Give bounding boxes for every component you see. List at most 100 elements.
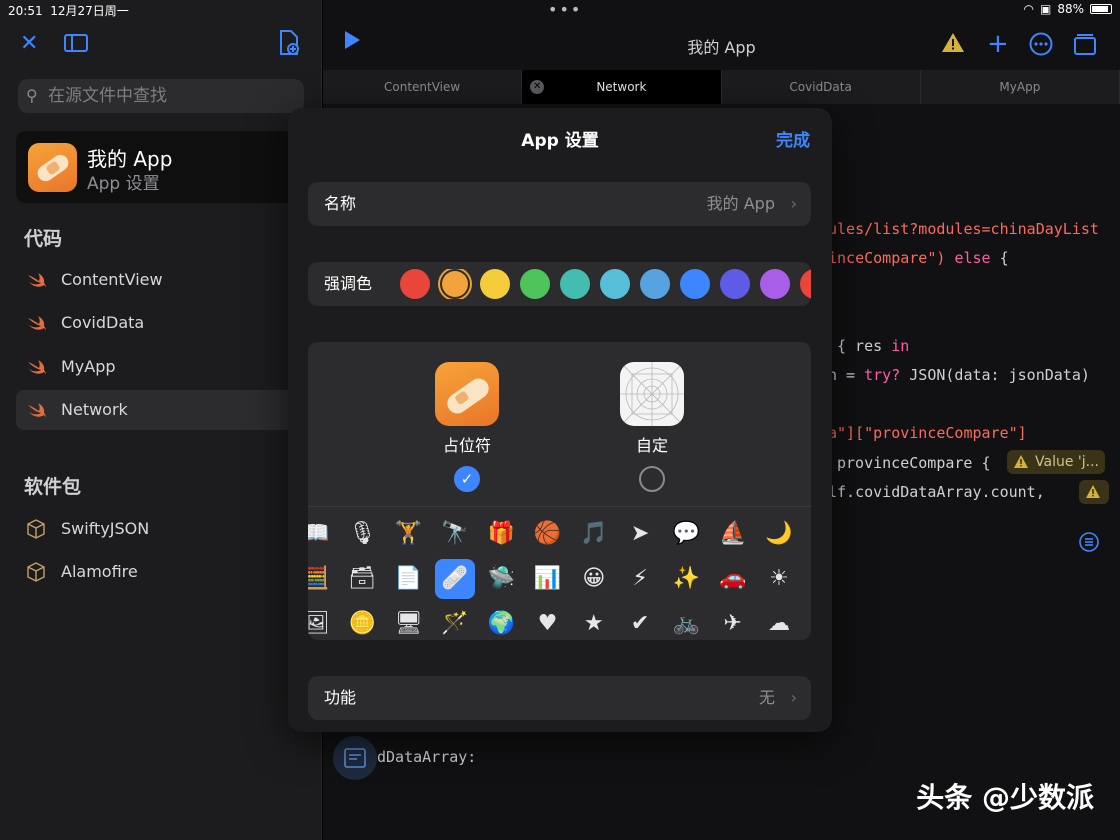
warning-icon: [1086, 485, 1100, 498]
icon-choice-placeholder[interactable]: 占位符 ✓: [407, 362, 527, 492]
glyph-option-icon[interactable]: 🖥: [391, 606, 427, 640]
status-time: 20:51 12月27日周一: [8, 4, 129, 18]
glyph-option-icon[interactable]: ⚡: [622, 561, 658, 597]
list-icon[interactable]: [1079, 532, 1099, 560]
warning-chip-small[interactable]: [1079, 480, 1109, 504]
code-line: provinceCompare {: [837, 454, 991, 472]
glyph-option-icon[interactable]: ★: [576, 606, 612, 640]
sidebar-item-alamofire[interactable]: Alamofire: [16, 552, 322, 592]
accent-swatch[interactable]: [442, 271, 468, 297]
glyph-option-icon[interactable]: ✨: [668, 561, 704, 597]
accent-swatch[interactable]: [800, 269, 811, 299]
accent-swatch[interactable]: [480, 269, 510, 299]
accent-swatch[interactable]: [600, 269, 630, 299]
glyph-option-icon[interactable]: 🗃: [344, 561, 380, 597]
glyph-option-icon[interactable]: ♥: [530, 606, 566, 640]
battery-icon: [1090, 4, 1112, 14]
glyph-grid: 📖 🎙 🏋 🔭 🎁 🏀 🎵 ➤ 💬 ⛵ 🌙 🧮 🗃 📄 🩹 🛸 📊 😀 ⚡ ✨ 🚗 ☀ 🖼 🪙 🖥 🪄 🌍 ♥ ★ ✔ 🚲 ✈ ☁: [308, 510, 811, 640]
modal-title: App 设置: [521, 131, 599, 151]
section-title-code: 代码: [24, 228, 63, 250]
accent-swatch[interactable]: [680, 269, 710, 299]
close-icon[interactable]: ✕: [20, 30, 38, 58]
sidebar-item-contentview[interactable]: ContentView: [16, 260, 322, 300]
glyph-option-icon[interactable]: 🚲: [668, 606, 704, 640]
chevron-right-icon: ›: [790, 194, 797, 213]
glyph-option-icon[interactable]: 💬: [668, 516, 704, 552]
placeholder-icon: [435, 362, 499, 426]
glyph-option-icon[interactable]: ⛵: [715, 516, 751, 552]
glyph-option-icon[interactable]: 🌙: [761, 516, 797, 552]
accent-swatch[interactable]: [560, 269, 590, 299]
glyph-option-icon[interactable]: 🏋: [391, 516, 427, 552]
glyph-option-icon[interactable]: 📊: [530, 561, 566, 597]
done-button[interactable]: 完成: [776, 126, 810, 151]
glyph-option-icon[interactable]: 📖: [308, 516, 334, 552]
glyph-option-icon[interactable]: 🧮: [308, 561, 334, 597]
sidebar: ✕ ⚲ 在源文件中查找 我的 App App 设置 代码 ContentView…: [0, 0, 322, 840]
new-file-icon[interactable]: [278, 30, 300, 64]
app-subtitle: App 设置: [87, 174, 160, 194]
editor-title: 我的 App: [687, 38, 756, 57]
glyph-option-icon[interactable]: 🎁: [483, 516, 519, 552]
glyph-option-icon[interactable]: 📄: [391, 561, 427, 597]
glyph-option-icon[interactable]: 🖼: [308, 606, 334, 640]
app-settings-card[interactable]: 我的 App App 设置: [16, 131, 322, 203]
accent-swatch[interactable]: [640, 269, 670, 299]
features-value: 无: [758, 688, 775, 707]
accent-swatch[interactable]: [720, 269, 750, 299]
accent-swatch[interactable]: [760, 269, 790, 299]
accent-color-row: 强调色: [308, 262, 811, 306]
search-input[interactable]: ⚲ 在源文件中查找: [18, 79, 304, 113]
close-tab-icon[interactable]: ✕: [530, 80, 545, 94]
doc-comment-button[interactable]: [333, 736, 377, 780]
sidebar-item-network[interactable]: Network: [16, 390, 322, 430]
icon-choice-custom[interactable]: 自定: [592, 362, 712, 492]
glyph-option-icon[interactable]: 🏀: [530, 516, 566, 552]
glyph-option-icon[interactable]: 🚗: [715, 561, 751, 597]
glyph-option-icon[interactable]: 🎙: [344, 516, 380, 552]
status-right: ◠ ▣ 88%: [1024, 2, 1112, 16]
lock-icon: ▣: [1039, 2, 1052, 16]
search-placeholder: 在源文件中查找: [48, 86, 167, 106]
name-row[interactable]: 名称 我的 App ›: [308, 182, 811, 226]
glyph-option-icon[interactable]: ☀: [761, 561, 797, 597]
glyph-option-icon[interactable]: 🪄: [437, 606, 473, 640]
swift-icon: [28, 403, 46, 418]
sidebar-item-swiftyjson[interactable]: SwiftyJSON: [16, 509, 322, 549]
battery-percent: 88%: [1057, 2, 1084, 16]
glyph-option-icon[interactable]: 🔭: [437, 516, 473, 552]
warning-icon: [1014, 455, 1028, 468]
checkmark-icon[interactable]: ✓: [454, 466, 480, 492]
glyph-option-icon[interactable]: 🌍: [483, 606, 519, 640]
glyph-option-icon[interactable]: ➤: [622, 516, 658, 552]
tab-contentview[interactable]: ContentView: [323, 70, 523, 104]
glyph-option-icon[interactable]: 🪙: [344, 606, 380, 640]
app-icon: [28, 143, 77, 192]
warning-chip[interactable]: Value 'j...: [1007, 450, 1105, 474]
glyph-option-icon[interactable]: ✈: [715, 606, 751, 640]
app-name: 我的 App: [87, 147, 173, 171]
glyph-option-icon[interactable]: 🎵: [576, 516, 612, 552]
tab-coviddata[interactable]: CovidData: [722, 70, 921, 104]
status-bar: 20:51 12月27日周一 ••• ◠ ▣ 88%: [0, 0, 1120, 20]
tab-myapp[interactable]: MyApp: [921, 70, 1120, 104]
package-icon: [27, 562, 45, 582]
code-line: { res in: [837, 337, 910, 355]
tab-network[interactable]: ✕ Network: [522, 70, 722, 104]
radio-empty-icon[interactable]: [639, 466, 665, 492]
placeholder-label: 占位符: [442, 436, 491, 455]
sidebar-item-myapp[interactable]: MyApp: [16, 347, 322, 387]
glyph-option-icon[interactable]: 🩹: [434, 559, 475, 599]
glyph-option-icon[interactable]: ☁: [761, 606, 797, 640]
glyph-option-icon[interactable]: 🛸: [483, 561, 519, 597]
icon-panel: 占位符 ✓ 自定 📖 🎙 🏋 🔭 🎁 🏀 🎵 ➤ 💬 ⛵ 🌙 🧮 🗃 📄 🩹 🛸 📊 😀 ⚡ ✨ 🚗 ☀ 🖼 🪙 🖥 🪄 🌍 ♥ ★ ✔ 🚲…: [308, 342, 811, 640]
glyph-option-icon[interactable]: 😀: [576, 561, 612, 597]
accent-swatch[interactable]: [520, 269, 550, 299]
sidebar-toggle-icon[interactable]: [64, 32, 88, 60]
accent-swatch[interactable]: [400, 269, 430, 299]
glyph-option-icon[interactable]: ✔: [622, 606, 658, 640]
features-row[interactable]: 功能 无 ›: [308, 676, 811, 720]
multitasking-dots-icon[interactable]: •••: [548, 0, 582, 19]
sidebar-item-coviddata[interactable]: CovidData: [16, 303, 322, 343]
name-label: 名称: [324, 194, 357, 213]
